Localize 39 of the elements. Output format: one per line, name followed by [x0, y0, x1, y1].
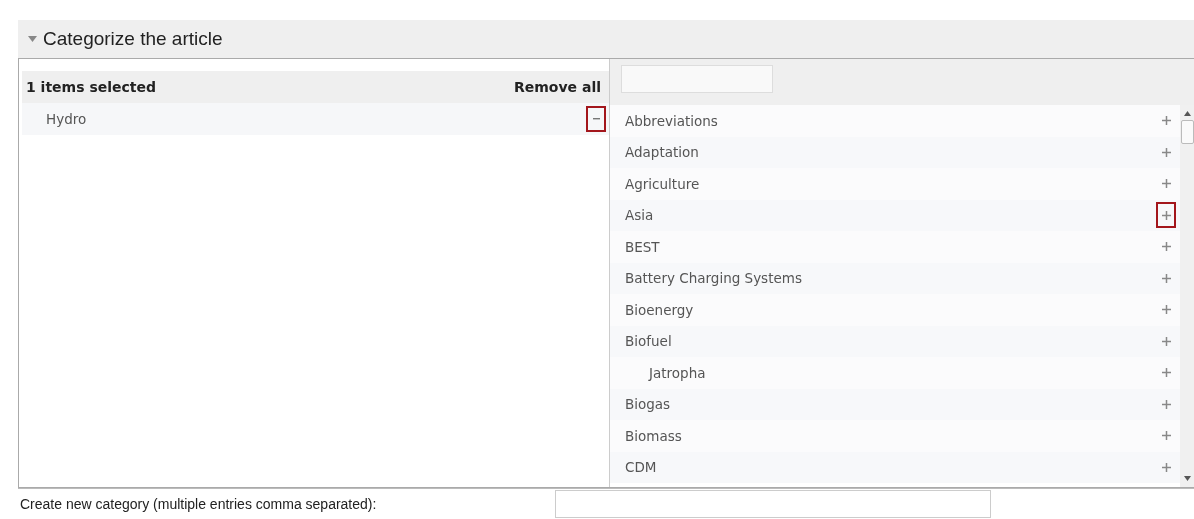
plus-icon — [1161, 336, 1171, 346]
remove-button[interactable] — [586, 105, 606, 132]
category-item[interactable]: Asia — [625, 207, 654, 224]
category-item[interactable]: CDM — [625, 459, 657, 476]
category-item[interactable]: Biogas — [625, 396, 671, 413]
category-item[interactable]: Biomass — [625, 427, 682, 444]
search-field[interactable] — [621, 65, 773, 93]
remove-all-link[interactable]: Remove all — [513, 79, 601, 95]
minus-icon — [592, 117, 600, 121]
plus-icon — [1161, 242, 1171, 252]
plus-icon — [1161, 462, 1171, 472]
category-item[interactable]: Biofuel — [625, 333, 672, 350]
scroll-down-icon[interactable] — [1183, 476, 1191, 481]
scroll-thumb[interactable] — [1180, 120, 1194, 144]
selected-count: 1 items selected — [26, 79, 157, 95]
category-item[interactable]: Adaptation — [625, 144, 699, 161]
scrollbar[interactable] — [1180, 105, 1194, 487]
plus-icon — [1161, 431, 1171, 441]
category-item[interactable]: BEST — [625, 238, 660, 255]
category-item[interactable]: Battery Charging Systems — [625, 270, 802, 287]
plus-icon — [1161, 305, 1171, 315]
plus-icon — [1161, 399, 1171, 409]
add-button[interactable] — [1156, 202, 1176, 229]
category-item[interactable]: Bioenergy — [625, 301, 694, 318]
selected-item: Hydro — [46, 110, 87, 127]
plus-icon — [1161, 210, 1171, 220]
category-item[interactable]: Abbreviations — [625, 112, 718, 129]
scroll-up-icon[interactable] — [1183, 111, 1191, 116]
plus-icon — [1161, 179, 1171, 189]
plus-icon — [1161, 116, 1171, 126]
plus-icon — [1161, 273, 1171, 283]
category-item[interactable]: Agriculture — [625, 175, 700, 192]
category-item[interactable]: Jatropha — [625, 364, 706, 381]
new-category-label: Create new category (multiple entries comma separated): — [19, 496, 378, 512]
section-title: Categorize the article — [43, 28, 223, 50]
plus-icon — [1161, 368, 1171, 378]
new-category-field[interactable] — [555, 490, 991, 518]
plus-icon — [1161, 147, 1171, 157]
caret-icon[interactable] — [28, 36, 37, 42]
